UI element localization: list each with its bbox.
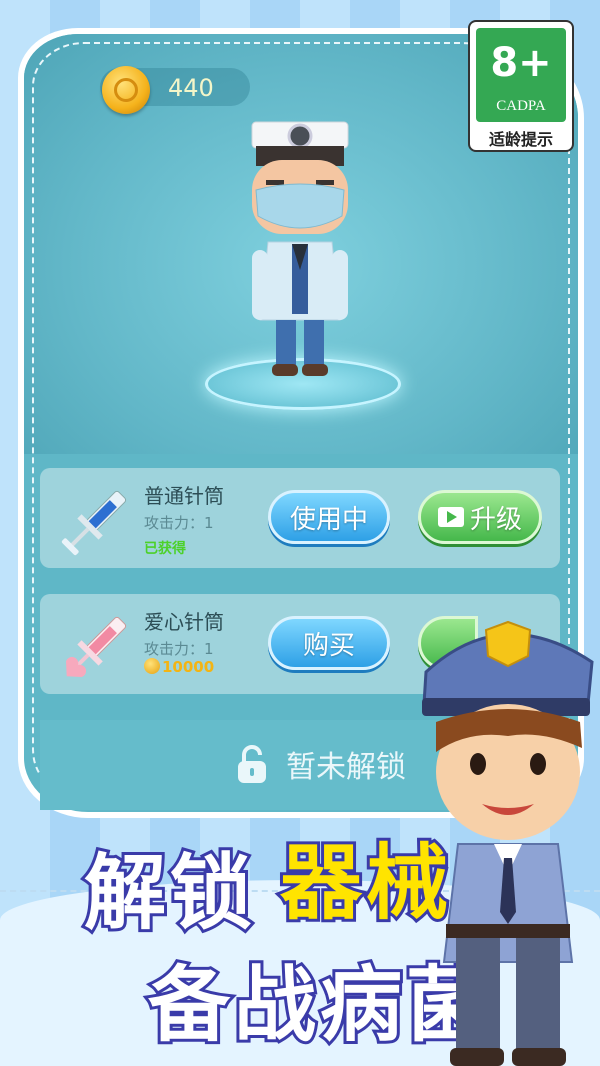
age-rating-badge: 8+ CADPA 适龄提示	[468, 20, 574, 152]
lock-icon	[238, 745, 266, 783]
doctor-character	[251, 121, 349, 376]
item-price-value: 10000	[162, 658, 215, 676]
in-use-button-label: 使用中	[289, 504, 368, 535]
item-name: 普通针筒	[144, 484, 224, 508]
age-rating-org: CADPA	[496, 98, 546, 114]
upgrade-button-label: 升级	[469, 504, 522, 535]
police-officer-character	[422, 620, 594, 1066]
age-rating-label: 适龄提示	[488, 130, 553, 149]
coin-icon	[102, 66, 150, 114]
item-attack: 攻击力：1	[144, 640, 214, 658]
upgrade-button[interactable]: 升级	[418, 490, 542, 544]
headline-line1-white: 解锁	[81, 843, 257, 944]
coin-count: 440	[168, 74, 214, 102]
item-attack: 攻击力：1	[144, 514, 214, 532]
buy-button-label: 购买	[302, 630, 355, 661]
video-ad-icon	[437, 507, 464, 527]
item-price: 10000	[144, 658, 214, 676]
coin-icon	[144, 658, 160, 674]
buy-button[interactable]: 购买	[268, 616, 390, 670]
item-name: 爱心针筒	[144, 610, 224, 634]
item-owned-status: 已获得	[144, 541, 186, 557]
locked-label: 暂未解锁	[286, 750, 406, 785]
blue-syringe-icon	[61, 490, 127, 556]
pink-heart-syringe-icon	[66, 616, 127, 677]
in-use-button[interactable]: 使用中	[268, 490, 390, 544]
age-rating-number: 8+	[490, 40, 552, 86]
item-row-normal-syringe: 普通针筒 攻击力：1 已获得 使用中 升级	[40, 468, 560, 568]
age-rating-box: 8+ CADPA	[476, 28, 566, 122]
